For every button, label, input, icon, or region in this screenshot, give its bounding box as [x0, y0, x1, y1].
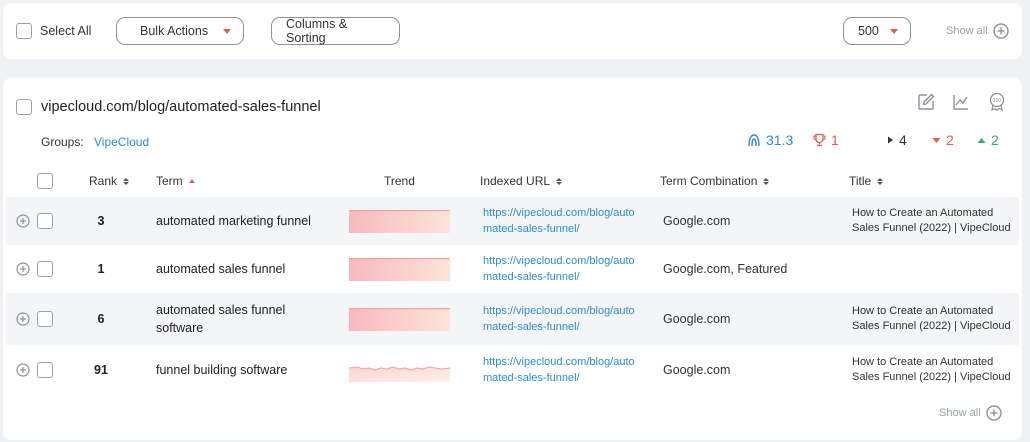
down-stat: 2 [932, 132, 954, 148]
groups-label: Groups: [41, 135, 84, 149]
show-all-link-top[interactable]: Show all [946, 23, 1009, 39]
indexed-url-link[interactable]: https://vipecloud.com/blog/automated-sal… [483, 345, 643, 395]
card-select-checkbox[interactable] [16, 99, 32, 115]
sort-icon [877, 177, 884, 185]
title-value: How to Create an Automated Sales Funnel … [852, 207, 1011, 234]
term-value[interactable]: automated sales funnel software [156, 293, 306, 345]
term-header-label: Term [156, 174, 183, 188]
row-checkbox[interactable] [37, 311, 53, 327]
rank-value: 6 [97, 312, 105, 326]
title-value [852, 245, 1017, 293]
term-combination-column-header[interactable]: Term Combination [660, 174, 770, 188]
card-title[interactable]: vipecloud.com/blog/automated-sales-funne… [41, 99, 321, 115]
columns-sorting-button[interactable]: Columns & Sorting [271, 17, 400, 45]
expand-row-icon[interactable] [16, 214, 30, 228]
select-all-label[interactable]: Select All [40, 24, 91, 38]
plus-circle-icon [992, 23, 1009, 39]
top100-icon[interactable]: 100 [987, 92, 1007, 112]
row-checkbox[interactable] [37, 362, 53, 378]
unchanged-stat: 4 [887, 132, 907, 148]
term-combination-value: Google.com, Featured [663, 262, 788, 276]
select-all-checkbox[interactable] [16, 23, 32, 39]
trophy-stat: 1 [813, 132, 839, 148]
rank-column-header[interactable]: Rank [89, 174, 130, 188]
table-select-all-checkbox[interactable] [37, 173, 53, 189]
trend-sparkline [349, 365, 450, 382]
sort-icon [763, 177, 770, 185]
show-all-label: Show all [939, 407, 981, 419]
term-value[interactable]: automated sales funnel [156, 245, 326, 293]
trend-sparkline [349, 257, 450, 281]
indexed-url-header-label: Indexed URL [480, 174, 551, 188]
rank-value: 91 [94, 363, 108, 377]
expand-row-icon[interactable] [16, 312, 30, 326]
expand-row-icon[interactable] [16, 262, 30, 276]
term-combination-value: Google.com [663, 363, 731, 377]
sort-asc-icon [188, 179, 195, 183]
term-combination-header-label: Term Combination [660, 174, 758, 188]
indexed-url-link[interactable]: https://vipecloud.com/blog/automated-sal… [483, 293, 643, 345]
plus-circle-icon [985, 405, 1002, 421]
title-value: How to Create an Automated Sales Funnel … [852, 356, 1011, 383]
chart-icon[interactable] [951, 92, 971, 112]
visibility-icon [748, 134, 760, 147]
visibility-stat: 31.3 [747, 132, 793, 148]
chevron-down-icon [890, 28, 898, 34]
caret-down-icon [932, 137, 941, 143]
show-all-link-bottom[interactable]: Show all [939, 405, 1002, 421]
rank-header-label: Rank [89, 174, 118, 188]
trend-header-label: Trend [384, 174, 415, 188]
title-header-label: Title [849, 174, 872, 188]
edit-icon[interactable] [916, 92, 936, 112]
bulk-actions-label: Bulk Actions [140, 24, 209, 38]
caret-up-icon [977, 137, 986, 143]
svg-text:100: 100 [993, 98, 1002, 104]
title-column-header[interactable]: Title [849, 174, 884, 188]
trophy-icon [813, 133, 826, 147]
indexed-url-column-header[interactable]: Indexed URL [480, 174, 563, 188]
page-size-value: 500 [858, 24, 879, 38]
table-row[interactable]: 91 funnel building software https://vipe… [6, 345, 1019, 395]
trend-sparkline [349, 307, 450, 331]
top-toolbar: Select All Bulk Actions Columns & Sortin… [3, 3, 1022, 59]
table-row[interactable]: 1 automated sales funnel https://vipeclo… [6, 245, 1019, 293]
term-combination-value: Google.com [663, 312, 731, 326]
groups-link[interactable]: VipeCloud [94, 135, 149, 149]
trend-sparkline [349, 209, 450, 233]
down-value: 2 [946, 132, 954, 148]
caret-right-icon [888, 136, 893, 144]
columns-sorting-label: Columns & Sorting [286, 17, 348, 45]
sort-icon [556, 177, 563, 185]
trend-column-header: Trend [384, 174, 415, 188]
title-value: How to Create an Automated Sales Funnel … [852, 305, 1011, 332]
show-all-label: Show all [946, 25, 988, 37]
expand-row-icon[interactable] [16, 363, 30, 377]
chevron-down-icon [223, 28, 231, 34]
term-value[interactable]: automated marketing funnel [156, 197, 326, 245]
indexed-url-link[interactable]: https://vipecloud.com/blog/automated-sal… [483, 197, 643, 245]
page-size-select[interactable]: 500 [843, 17, 911, 45]
table-row[interactable]: 3 automated marketing funnel https://vip… [6, 197, 1019, 245]
term-combination-value: Google.com [663, 214, 731, 228]
indexed-url-link[interactable]: https://vipecloud.com/blog/automated-sal… [483, 245, 643, 293]
rank-value: 3 [97, 214, 105, 228]
bulk-actions-button[interactable]: Bulk Actions [116, 17, 244, 45]
visibility-value: 31.3 [766, 132, 794, 148]
up-value: 2 [991, 132, 999, 148]
term-column-header[interactable]: Term [156, 174, 195, 188]
trophy-value: 1 [831, 132, 839, 148]
row-checkbox[interactable] [37, 213, 53, 229]
term-value[interactable]: funnel building software [156, 345, 326, 395]
table-row[interactable]: 6 automated sales funnel software https:… [6, 293, 1019, 345]
rank-value: 1 [97, 262, 105, 276]
unchanged-value: 4 [899, 132, 907, 148]
row-checkbox[interactable] [37, 261, 53, 277]
up-stat: 2 [977, 132, 999, 148]
sort-icon [123, 177, 130, 185]
url-card: vipecloud.com/blog/automated-sales-funne… [3, 78, 1022, 440]
